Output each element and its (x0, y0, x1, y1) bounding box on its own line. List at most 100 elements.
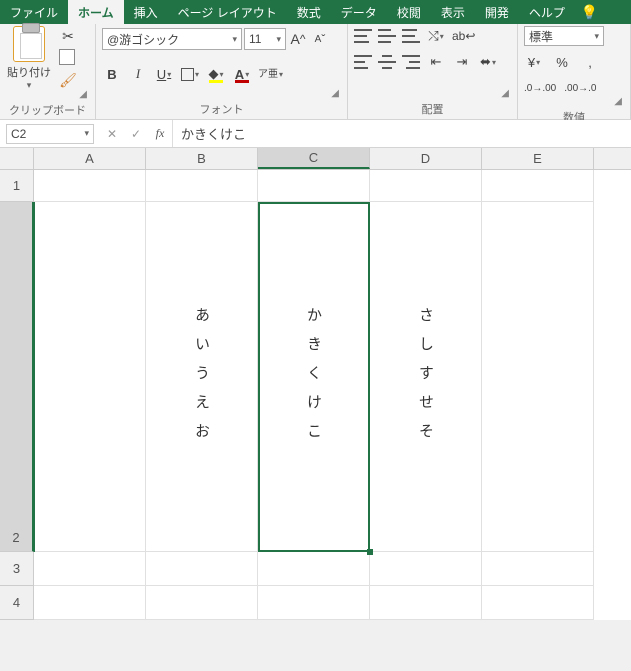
underline-button[interactable]: U▾ (154, 64, 174, 84)
accounting-format-button[interactable]: ¥▾ (524, 52, 544, 72)
cell-B1[interactable] (146, 170, 258, 202)
align-bottom-button[interactable] (402, 29, 420, 43)
decrease-indent-button[interactable]: ⇤ (426, 52, 446, 72)
outdent-icon: ⇤ (431, 54, 442, 70)
font-color-button[interactable]: A▾ (232, 64, 252, 84)
formula-input[interactable]: かきくけこ (172, 120, 631, 147)
cell-A4[interactable] (34, 586, 146, 620)
cell-A1[interactable] (34, 170, 146, 202)
copy-icon (61, 51, 75, 65)
cell-B4[interactable] (146, 586, 258, 620)
bold-button[interactable]: B (102, 64, 122, 84)
alignment-dialog-launcher[interactable]: ◢ (354, 88, 511, 99)
phonetic-button[interactable]: ア亜▾ (258, 64, 283, 84)
chevron-down-icon: ▾ (84, 128, 89, 139)
increase-indent-button[interactable]: ⇥ (452, 52, 472, 72)
col-header-C[interactable]: C (258, 148, 370, 169)
grow-font-button[interactable]: A^ (288, 29, 308, 49)
align-left-button[interactable] (354, 55, 372, 69)
cell-B2[interactable]: あいうえお (146, 202, 258, 552)
fill-handle[interactable] (367, 549, 373, 555)
cell-E2[interactable] (482, 202, 594, 552)
align-right-button[interactable] (402, 55, 420, 69)
cell-C3[interactable] (258, 552, 370, 586)
align-center-button[interactable] (378, 55, 396, 69)
cell-C1[interactable] (258, 170, 370, 202)
chevron-down-icon: ▾ (594, 31, 599, 42)
cell-A2[interactable] (34, 202, 146, 552)
shrink-font-button[interactable]: Aˇ (310, 29, 330, 49)
increase-decimal-button[interactable]: .0→.00 (524, 78, 556, 98)
tab-formulas[interactable]: 数式 (287, 0, 331, 24)
cell-A3[interactable] (34, 552, 146, 586)
insert-function-button[interactable]: fx (148, 126, 172, 141)
tab-page-layout[interactable]: ページ レイアウト (168, 0, 287, 24)
fill-color-button[interactable]: ◆▾ (206, 64, 226, 84)
orientation-button[interactable]: ⤭▾ (426, 26, 446, 46)
borders-button[interactable]: ▾ (180, 64, 200, 84)
tab-review[interactable]: 校閲 (387, 0, 431, 24)
tab-data[interactable]: データ (331, 0, 387, 24)
select-all-corner[interactable] (0, 148, 34, 169)
cell-E1[interactable] (482, 170, 594, 202)
row-header-1[interactable]: 1 (0, 170, 34, 202)
percent-button[interactable]: % (552, 52, 572, 72)
currency-icon: ¥ (528, 55, 535, 70)
cell-E3[interactable] (482, 552, 594, 586)
cells-area[interactable]: あいうえお かきくけこ さしすせそ (34, 170, 594, 620)
col-header-E[interactable]: E (482, 148, 594, 169)
decrease-decimal-button[interactable]: .00→.0 (564, 78, 596, 98)
row-header-3[interactable]: 3 (0, 552, 34, 586)
tab-insert[interactable]: 挿入 (124, 0, 168, 24)
italic-button[interactable]: I (128, 64, 148, 84)
tab-view[interactable]: 表示 (431, 0, 475, 24)
row-headers: 1 2 3 4 (0, 170, 34, 620)
format-painter-button[interactable]: 🖌 (58, 70, 78, 90)
chevron-down-icon: ▾ (232, 34, 237, 45)
enter-button[interactable]: ✓ (124, 127, 148, 141)
col-header-B[interactable]: B (146, 148, 258, 169)
grow-font-icon: A (291, 31, 300, 47)
cell-E4[interactable] (482, 586, 594, 620)
col-header-D[interactable]: D (370, 148, 482, 169)
cut-button[interactable]: ✂ (58, 26, 78, 46)
tab-developer[interactable]: 開発 (475, 0, 519, 24)
cell-D1[interactable] (370, 170, 482, 202)
font-dialog-launcher[interactable]: ◢ (102, 88, 341, 99)
ribbon-tabs: ファイル ホーム 挿入 ページ レイアウト 数式 データ 校閲 表示 開発 ヘル… (0, 0, 631, 24)
clipboard-dialog-launcher[interactable]: ◢ (6, 89, 89, 100)
merge-center-button[interactable]: ⬌▾ (478, 52, 498, 72)
font-size-combo[interactable]: 11 ▾ (244, 28, 286, 50)
number-format-combo[interactable]: 標準 ▾ (524, 26, 604, 46)
comma-style-button[interactable]: , (580, 52, 600, 72)
cell-C4[interactable] (258, 586, 370, 620)
wrap-icon: ab↩ (452, 29, 475, 43)
cell-D4[interactable] (370, 586, 482, 620)
paste-button[interactable]: 貼り付け ▾ (6, 26, 52, 91)
tell-me[interactable]: 💡 (575, 0, 604, 24)
align-middle-button[interactable] (378, 29, 396, 43)
cell-D2[interactable]: さしすせそ (370, 202, 482, 552)
tab-home[interactable]: ホーム (68, 0, 124, 24)
align-top-button[interactable] (354, 29, 372, 43)
cell-B3[interactable] (146, 552, 258, 586)
cell-C2[interactable]: かきくけこ (258, 202, 370, 552)
font-name-value: @游ゴシック (107, 31, 179, 48)
group-number: 標準 ▾ ¥▾ % , .0→.00 .00→.0 ◢ 数値 (518, 24, 631, 119)
tab-file[interactable]: ファイル (0, 0, 68, 24)
wrap-text-button[interactable]: ab↩ (452, 26, 475, 46)
ribbon: 貼り付け ▾ ✂ 🖌 ◢ クリップボード @游ゴシック ▾ 11 ▾ (0, 24, 631, 120)
name-box[interactable]: C2 ▾ (6, 124, 94, 144)
indent-icon: ⇥ (457, 54, 468, 70)
col-header-A[interactable]: A (34, 148, 146, 169)
row-header-2[interactable]: 2 (0, 202, 34, 552)
row-header-4[interactable]: 4 (0, 586, 34, 620)
copy-button[interactable] (58, 48, 78, 68)
alignment-group-label: 配置 (354, 99, 511, 119)
cell-D3[interactable] (370, 552, 482, 586)
orientation-icon: ⤭ (428, 28, 438, 44)
tab-help[interactable]: ヘルプ (519, 0, 575, 24)
cancel-button[interactable]: ✕ (100, 127, 124, 141)
font-name-combo[interactable]: @游ゴシック ▾ (102, 28, 242, 50)
merge-icon: ⬌ (480, 54, 491, 70)
